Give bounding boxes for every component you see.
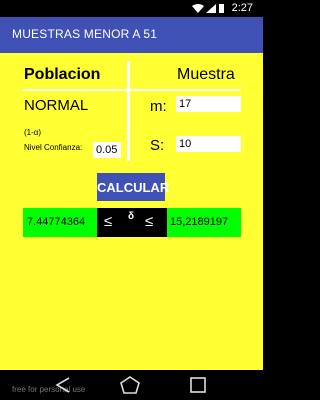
less-equal-symbol-left: ≤ xyxy=(104,213,113,230)
less-equal-symbol-right: ≤ xyxy=(145,213,154,230)
mean-label: m: xyxy=(150,98,167,115)
upper-bound-box: 15,2189197 xyxy=(167,208,241,237)
watermark-text: free for personal use xyxy=(12,385,86,394)
std-dev-input[interactable] xyxy=(176,136,241,152)
alpha-label: (1-α) xyxy=(24,128,42,137)
interval-symbol-box: ≤ δ ≤ xyxy=(97,208,167,237)
main-content: Poblacion Muestra NORMAL m: (1-α) Nivel … xyxy=(0,53,263,370)
status-bar: 2:27 xyxy=(0,0,263,17)
status-icons xyxy=(192,4,224,13)
calculate-button[interactable]: CALCULAR xyxy=(97,173,169,201)
app-bar: MUESTRAS MENOR A 51 xyxy=(0,17,263,53)
vertical-divider xyxy=(127,61,130,161)
upper-bound-value: 15,2189197 xyxy=(170,216,229,228)
navigation-bar: free for personal use xyxy=(0,370,263,400)
delta-symbol: δ xyxy=(128,211,135,222)
battery-icon xyxy=(219,4,224,13)
signal-icon xyxy=(206,4,216,13)
recent-apps-icon[interactable] xyxy=(188,376,208,394)
lower-bound-value: 7.44774364 xyxy=(27,216,86,228)
app-title: MUESTRAS MENOR A 51 xyxy=(12,27,158,41)
mean-input[interactable] xyxy=(176,96,241,112)
back-icon[interactable] xyxy=(53,376,73,394)
sample-header: Muestra xyxy=(177,66,235,83)
horizontal-divider xyxy=(23,89,241,91)
std-dev-label: S: xyxy=(150,137,165,154)
confidence-level-input[interactable] xyxy=(93,142,121,158)
status-time: 2:27 xyxy=(231,2,253,14)
distribution-label: NORMAL xyxy=(24,97,89,114)
confidence-level-label: Nivel Confianza: xyxy=(24,143,83,152)
home-icon[interactable] xyxy=(120,376,140,394)
lower-bound-box: 7.44774364 xyxy=(23,208,97,237)
population-header: Poblacion xyxy=(24,66,101,83)
wifi-icon xyxy=(192,4,204,13)
